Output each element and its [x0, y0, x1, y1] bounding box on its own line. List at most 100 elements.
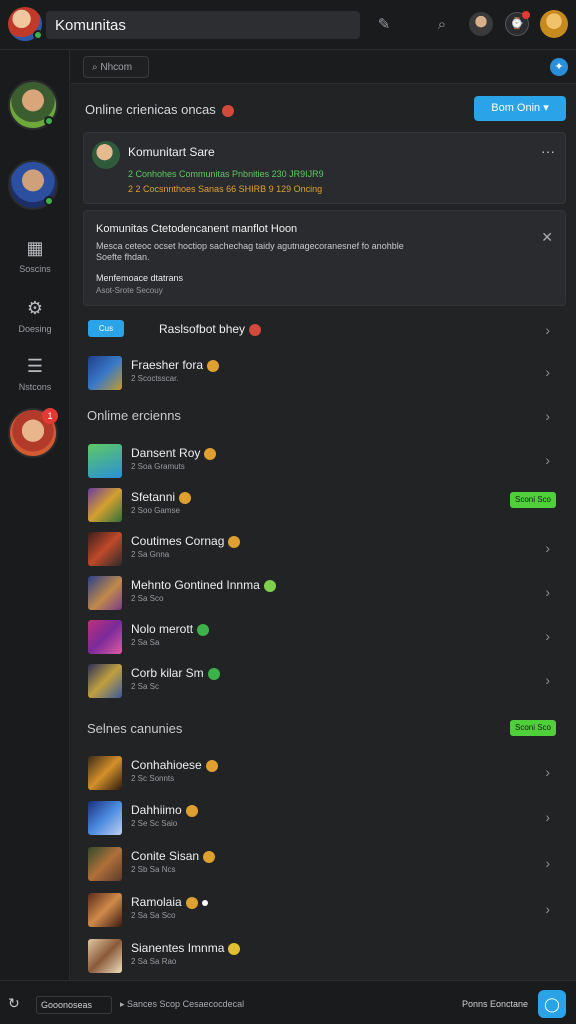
game-thumbnail — [88, 444, 122, 478]
chevron-right-icon: › — [545, 809, 550, 825]
left-rail: ▦ Soscins ⚙ Doesing ☰ Nstcons 1 — [0, 50, 70, 980]
dot-icon — [201, 899, 208, 906]
list-icon: ☰ — [26, 356, 44, 376]
row-subtitle: 2 Soo Gamse — [131, 506, 180, 515]
refresh-icon[interactable]: ↻ — [8, 995, 26, 1013]
row-subtitle: 2 Sa Sa Sco — [131, 911, 176, 920]
chevron-right-icon: › — [545, 672, 550, 688]
online-dot — [33, 30, 43, 40]
list-item[interactable]: Dansent Roy 2 Soa Gramuts › — [71, 438, 576, 482]
unread-badge: 1 — [42, 408, 58, 424]
search-icon[interactable]: ⌕ — [430, 13, 454, 37]
list-item[interactable]: Nolo merott 2 Sa Sa › — [71, 614, 576, 658]
user-avatar[interactable] — [540, 10, 568, 38]
chevron-right-icon: › — [545, 764, 550, 780]
search-placeholder: Nhcom — [100, 62, 133, 73]
search-row: ⌕ Nhcom ✦ — [71, 50, 576, 84]
rail-nav-item-3[interactable]: ☰ Nstcons — [0, 356, 70, 392]
game-thumbnail — [88, 847, 122, 881]
game-thumbnail — [88, 664, 122, 698]
language-select[interactable]: Gooonoseas — [36, 996, 112, 1014]
list-item[interactable]: Sfetanni 2 Soo Gamse Sconi Sco — [71, 482, 576, 526]
notice-footer-2: Asot-Srote Secouy — [96, 286, 163, 295]
row-subtitle: 2 Se Sc Saio — [131, 819, 178, 828]
emoji-icon — [197, 623, 210, 636]
status-tag: Sconi Sco — [510, 492, 556, 508]
online-dot — [44, 196, 54, 206]
bottom-link[interactable]: Ponns Eonctane — [462, 999, 528, 1009]
pen-icon[interactable]: ✎ — [372, 13, 396, 37]
row-title: Coutimes Cornag — [131, 534, 241, 548]
more-options-icon[interactable]: ··· — [541, 143, 555, 159]
game-thumbnail — [88, 576, 122, 610]
row-title: Mehnto Gontined Innma — [131, 578, 276, 592]
emoji-icon — [221, 104, 234, 117]
search-input[interactable]: ⌕ Nhcom — [83, 56, 149, 78]
row-title: Ramolaia — [131, 895, 208, 909]
profile-icon[interactable] — [469, 12, 493, 36]
rail-avatar-3[interactable]: 1 — [8, 408, 58, 458]
row-subtitle: 2 Sa Sa — [131, 638, 160, 647]
list-item[interactable]: Fraesher fora 2 Scoctsscar. › — [71, 350, 576, 394]
status-tag: Sconi Sco — [510, 720, 556, 736]
list-item[interactable]: Corb kilar Sm 2 Sa Sc › — [71, 658, 576, 702]
row-title: Corb kilar Sm — [131, 666, 220, 680]
game-thumbnail — [88, 756, 122, 790]
chevron-right-icon: › — [545, 855, 550, 871]
row-subtitle: 2 Sa Sa Rao — [131, 957, 177, 966]
list-item[interactable]: Ramolaia 2 Sa Sa Sco › — [71, 887, 576, 931]
rail-nav-item-1[interactable]: ▦ Soscins — [0, 238, 70, 274]
emoji-icon — [185, 804, 198, 817]
list-item[interactable]: Mehnto Gontined Innma 2 Sa Sco › — [71, 570, 576, 614]
rail-nav-label: Nstcons — [18, 382, 52, 392]
primary-button[interactable]: Bom Onin ▾ — [474, 96, 566, 121]
rail-avatar-2[interactable] — [8, 160, 58, 210]
game-thumbnail — [88, 532, 122, 566]
rail-avatar-1[interactable] — [8, 80, 58, 130]
notifications-icon[interactable]: ⌚ — [505, 11, 530, 36]
row-title: Fraesher fora — [131, 358, 220, 372]
game-thumbnail — [88, 939, 122, 973]
chevron-right-icon: › — [545, 364, 550, 380]
title-box[interactable]: Komunitas — [46, 11, 360, 39]
emoji-icon — [228, 535, 241, 548]
section-title: Onlime ercienns — [87, 408, 181, 423]
list-item[interactable]: Conite Sisan 2 Sb Sa Ncs › — [71, 841, 576, 885]
section-title: Selnes canunies — [87, 721, 183, 736]
online-dot — [44, 116, 54, 126]
top-bar: Komunitas ✎ ⌕ ⌚ — [0, 0, 576, 50]
post-avatar — [92, 141, 120, 169]
row-title: Sianentes Imnma — [131, 941, 241, 955]
chevron-right-icon: › — [545, 628, 550, 644]
category-pill: Cus — [88, 320, 124, 337]
rail-nav-item-2[interactable]: ⚙ Doesing — [0, 298, 70, 334]
list-item[interactable]: Dahhiimo 2 Se Sc Saio › — [71, 795, 576, 839]
rail-nav-label: Soscins — [19, 264, 51, 274]
gear-icon: ⚙ — [26, 298, 44, 318]
post-title: Komunitart Sare — [128, 145, 215, 159]
app-title: Komunitas — [55, 17, 126, 34]
bottom-bar: ↻ Gooonoseas ▸ Sances Scop Cesaecocdecal… — [0, 980, 576, 1024]
main-panel: ⌕ Nhcom ✦ Online crienicas oncas Bom Oni… — [71, 50, 576, 980]
close-icon[interactable]: ✕ — [541, 229, 553, 246]
game-thumbnail — [88, 620, 122, 654]
chat-icon[interactable]: ◯ — [538, 990, 566, 1018]
chevron-right-icon[interactable]: › — [545, 408, 550, 424]
row-subtitle: 2 Sc Sonnts — [131, 774, 175, 783]
chevron-right-icon: › — [545, 452, 550, 468]
notice-body-1: Mesca ceteoc ocset hoctiop sachechag tai… — [96, 241, 404, 251]
chevron-right-icon: › — [545, 901, 550, 917]
row-subtitle: 2 Sa Sco — [131, 594, 164, 603]
row-title: Conhahioese — [131, 758, 218, 772]
community-avatar[interactable] — [8, 7, 43, 41]
emoji-icon — [249, 323, 262, 336]
row-title: Raslsofbot bhey — [159, 322, 262, 336]
row-title: Nolo merott — [131, 622, 210, 636]
list-item[interactable]: Sianentes Imnma 2 Sa Sa Rao — [71, 933, 576, 977]
game-thumbnail — [88, 801, 122, 835]
share-icon[interactable]: ✦ — [550, 58, 568, 76]
post-card[interactable]: Komunitart Sare ··· 2 Conhohes Communita… — [83, 132, 566, 204]
list-item[interactable]: Coutimes Cornag 2 Sa Gnna › — [71, 526, 576, 570]
list-item[interactable]: Cus Raslsofbot bhey › — [71, 308, 576, 352]
list-item[interactable]: Conhahioese 2 Sc Sonnts › — [71, 750, 576, 794]
